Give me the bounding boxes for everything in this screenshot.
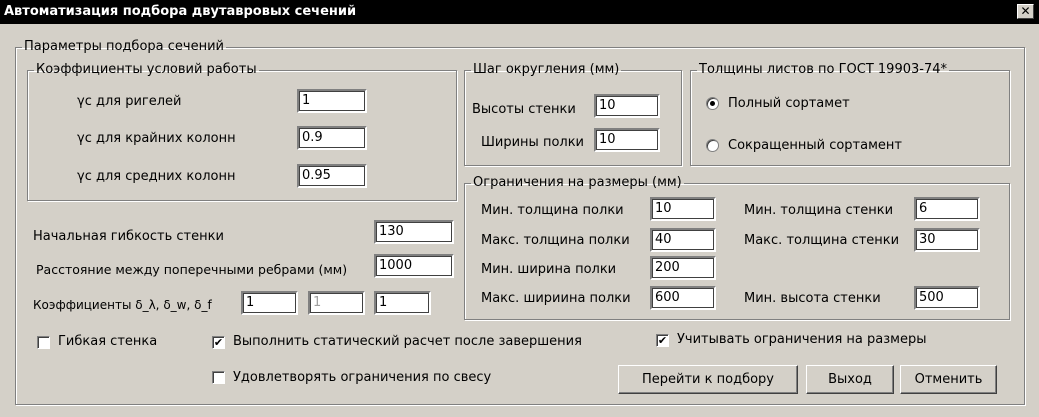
close-icon[interactable]: ✕ <box>1017 4 1034 19</box>
rib-spacing-input[interactable]: 1000 <box>374 254 454 278</box>
exit-button[interactable]: Выход <box>806 365 894 394</box>
weight-limits-label: Удовлетворять ограничения по свесу <box>233 370 492 385</box>
min-flange-width-input[interactable]: 200 <box>650 256 716 280</box>
initial-slenderness-label: Начальная гибкость стенки <box>33 229 224 244</box>
static-calc-label: Выполнить статический расчет после завер… <box>233 334 582 349</box>
flexible-web-label: Гибкая стенка <box>58 334 158 349</box>
rounding-legend: Шаг округления (мм) <box>473 62 620 77</box>
coefficients-label: Коэффициенты δ_λ, δ_w, δ_f <box>33 298 212 312</box>
gamma-edge-columns-input[interactable]: 0.9 <box>297 126 367 150</box>
max-web-thickness-input[interactable]: 30 <box>914 228 980 252</box>
static-calc-checkbox[interactable]: ✔ <box>212 336 225 349</box>
size-limits-legend: Ограничения на размеры (мм) <box>473 175 682 190</box>
web-height-step-input[interactable]: 10 <box>594 94 660 118</box>
window-title: Автоматизация подбора двутавровых сечени… <box>4 4 357 19</box>
go-to-selection-button[interactable]: Перейти к подбору <box>618 365 798 394</box>
cancel-button[interactable]: Отменить <box>900 365 997 394</box>
short-assortment-label: Сокращенный сортамент <box>728 138 902 153</box>
max-flange-width-label: Макс. шириина полки <box>481 291 631 306</box>
min-flange-thickness-label: Мин. толщина полки <box>481 203 624 218</box>
flange-width-step-input[interactable]: 10 <box>594 128 660 152</box>
min-flange-width-label: Мин. ширина полки <box>481 262 617 277</box>
gamma-beams-input[interactable]: 1 <box>297 89 367 113</box>
min-web-height-label: Мин. высота стенки <box>744 291 881 306</box>
min-web-thickness-label: Мин. толщина стенки <box>744 203 894 218</box>
selection-params-legend: Параметры подбора сечений <box>24 39 224 54</box>
thickness-legend: Толщины листов по ГОСТ 19903-74* <box>699 62 948 77</box>
max-flange-thickness-label: Макс. толщина полки <box>481 233 630 248</box>
min-web-height-input[interactable]: 500 <box>914 286 980 310</box>
max-flange-width-input[interactable]: 600 <box>650 286 716 310</box>
coeff-delta-w-input: 1 <box>308 291 365 315</box>
flange-width-step-label: Ширины полки <box>481 135 585 150</box>
gamma-mid-columns-input[interactable]: 0.95 <box>297 164 367 188</box>
max-flange-thickness-input[interactable]: 40 <box>650 228 716 252</box>
gamma-edge-columns-label: γс для крайних колонн <box>77 131 236 146</box>
min-flange-thickness-input[interactable]: 10 <box>650 197 716 221</box>
window-titlebar: Автоматизация подбора двутавровых сечени… <box>0 0 1039 24</box>
work-coeffs-legend: Коэффициенты условий работы <box>36 62 257 77</box>
radio-selected-dot <box>710 101 715 106</box>
size-limits-checkbox[interactable]: ✔ <box>656 334 669 347</box>
full-assortment-label: Полный сортамет <box>728 96 850 111</box>
gamma-beams-label: γс для ригелей <box>77 94 182 109</box>
coeff-delta-f-input[interactable]: 1 <box>374 291 431 315</box>
short-assortment-radio[interactable] <box>706 139 719 152</box>
gamma-mid-columns-label: γс для средних колонн <box>77 169 236 184</box>
max-web-thickness-label: Макс. толщина стенки <box>744 233 900 248</box>
flexible-web-checkbox[interactable] <box>37 336 50 349</box>
min-web-thickness-input[interactable]: 6 <box>914 197 980 221</box>
coeff-delta-lambda-input[interactable]: 1 <box>241 291 298 315</box>
rib-spacing-label: Расстояние между поперечными ребрами (мм… <box>36 262 348 277</box>
size-limits-label: Учитывать ограничения на размеры <box>677 332 927 347</box>
weight-limits-checkbox[interactable] <box>212 371 225 384</box>
web-height-step-label: Высоты стенки <box>472 102 576 117</box>
initial-slenderness-input[interactable]: 130 <box>374 220 454 244</box>
full-assortment-radio[interactable] <box>706 97 719 110</box>
